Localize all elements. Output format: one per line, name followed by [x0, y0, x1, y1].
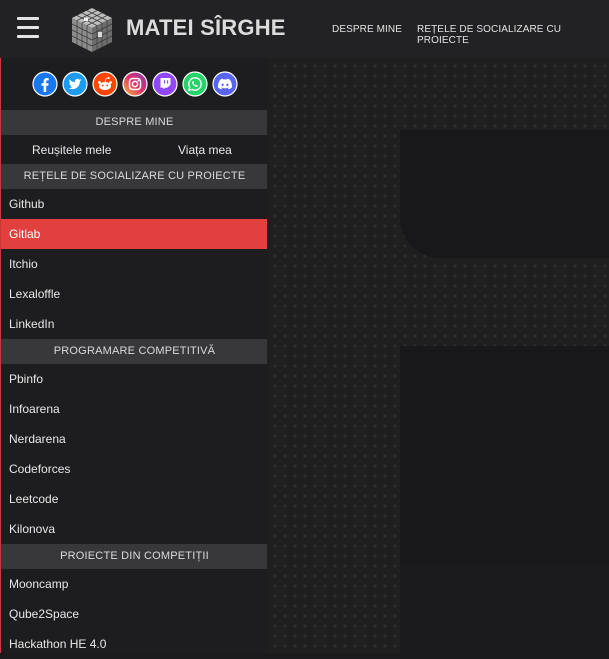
section-header-competition-projects: PROIECTE DIN COMPETIȚII: [1, 544, 268, 569]
sidebar-item-infoarena[interactable]: Infoarena: [1, 394, 268, 424]
decorative-shape: [400, 130, 609, 258]
sidebar-item-gitlab[interactable]: Gitlab: [1, 219, 268, 249]
nav-link-social-projects[interactable]: REȚELE DE SOCIALIZARE CU PROIECTE: [417, 24, 609, 46]
sidebar-item-hackathon[interactable]: Hackathon HE 4.0: [1, 629, 268, 659]
reddit-icon[interactable]: [92, 71, 118, 97]
section-header-competitive: PROGRAMARE COMPETITIVĂ: [1, 339, 268, 364]
whatsapp-icon[interactable]: [182, 71, 208, 97]
section-header-about: DESPRE MINE: [1, 110, 268, 135]
sidebar-item-github[interactable]: Github: [1, 189, 268, 219]
sidebar-item-my-life[interactable]: Viața mea: [178, 137, 232, 163]
social-icons-row: [1, 66, 268, 102]
instagram-icon[interactable]: [122, 71, 148, 97]
sidebar-item-linkedin[interactable]: LinkedIn: [1, 309, 268, 339]
decorative-shape: [400, 346, 609, 566]
sidebar-item-qube2space[interactable]: Qube2Space: [1, 599, 268, 629]
discord-icon[interactable]: [212, 71, 238, 97]
sidebar-item-itchio[interactable]: Itchio: [1, 249, 268, 279]
sidebar-item-nerdarena[interactable]: Nerdarena: [1, 424, 268, 454]
nav-link-about[interactable]: DESPRE MINE: [332, 24, 402, 35]
facebook-icon[interactable]: [32, 71, 58, 97]
sidebar-item-leetcode[interactable]: Leetcode: [1, 484, 268, 514]
top-header: MATEI SÎRGHE DESPRE MINE REȚELE DE SOCIA…: [0, 0, 609, 58]
twitch-icon[interactable]: [152, 71, 178, 97]
decorative-shape: [400, 563, 609, 653]
sidebar-item-mooncamp[interactable]: Mooncamp: [1, 569, 268, 599]
sidebar-item-lexaloffle[interactable]: Lexaloffle: [1, 279, 268, 309]
twitter-icon[interactable]: [62, 71, 88, 97]
sidebar-item-pbinfo[interactable]: Pbinfo: [1, 364, 268, 394]
sidebar-item-codeforces[interactable]: Codeforces: [1, 454, 268, 484]
brand-title[interactable]: MATEI SÎRGHE: [126, 15, 286, 41]
section-header-social-projects: REȚELE DE SOCIALIZARE CU PROIECTE: [1, 164, 268, 189]
menu-icon[interactable]: [17, 17, 39, 39]
sidebar: DESPRE MINE Reușitele mele Viața mea REȚ…: [0, 58, 268, 653]
background-pattern: [267, 58, 609, 653]
sidebar-item-kilonova[interactable]: Kilonova: [1, 514, 268, 544]
cube-logo-icon[interactable]: [68, 6, 116, 54]
sidebar-item-achievements[interactable]: Reușitele mele: [32, 137, 111, 163]
